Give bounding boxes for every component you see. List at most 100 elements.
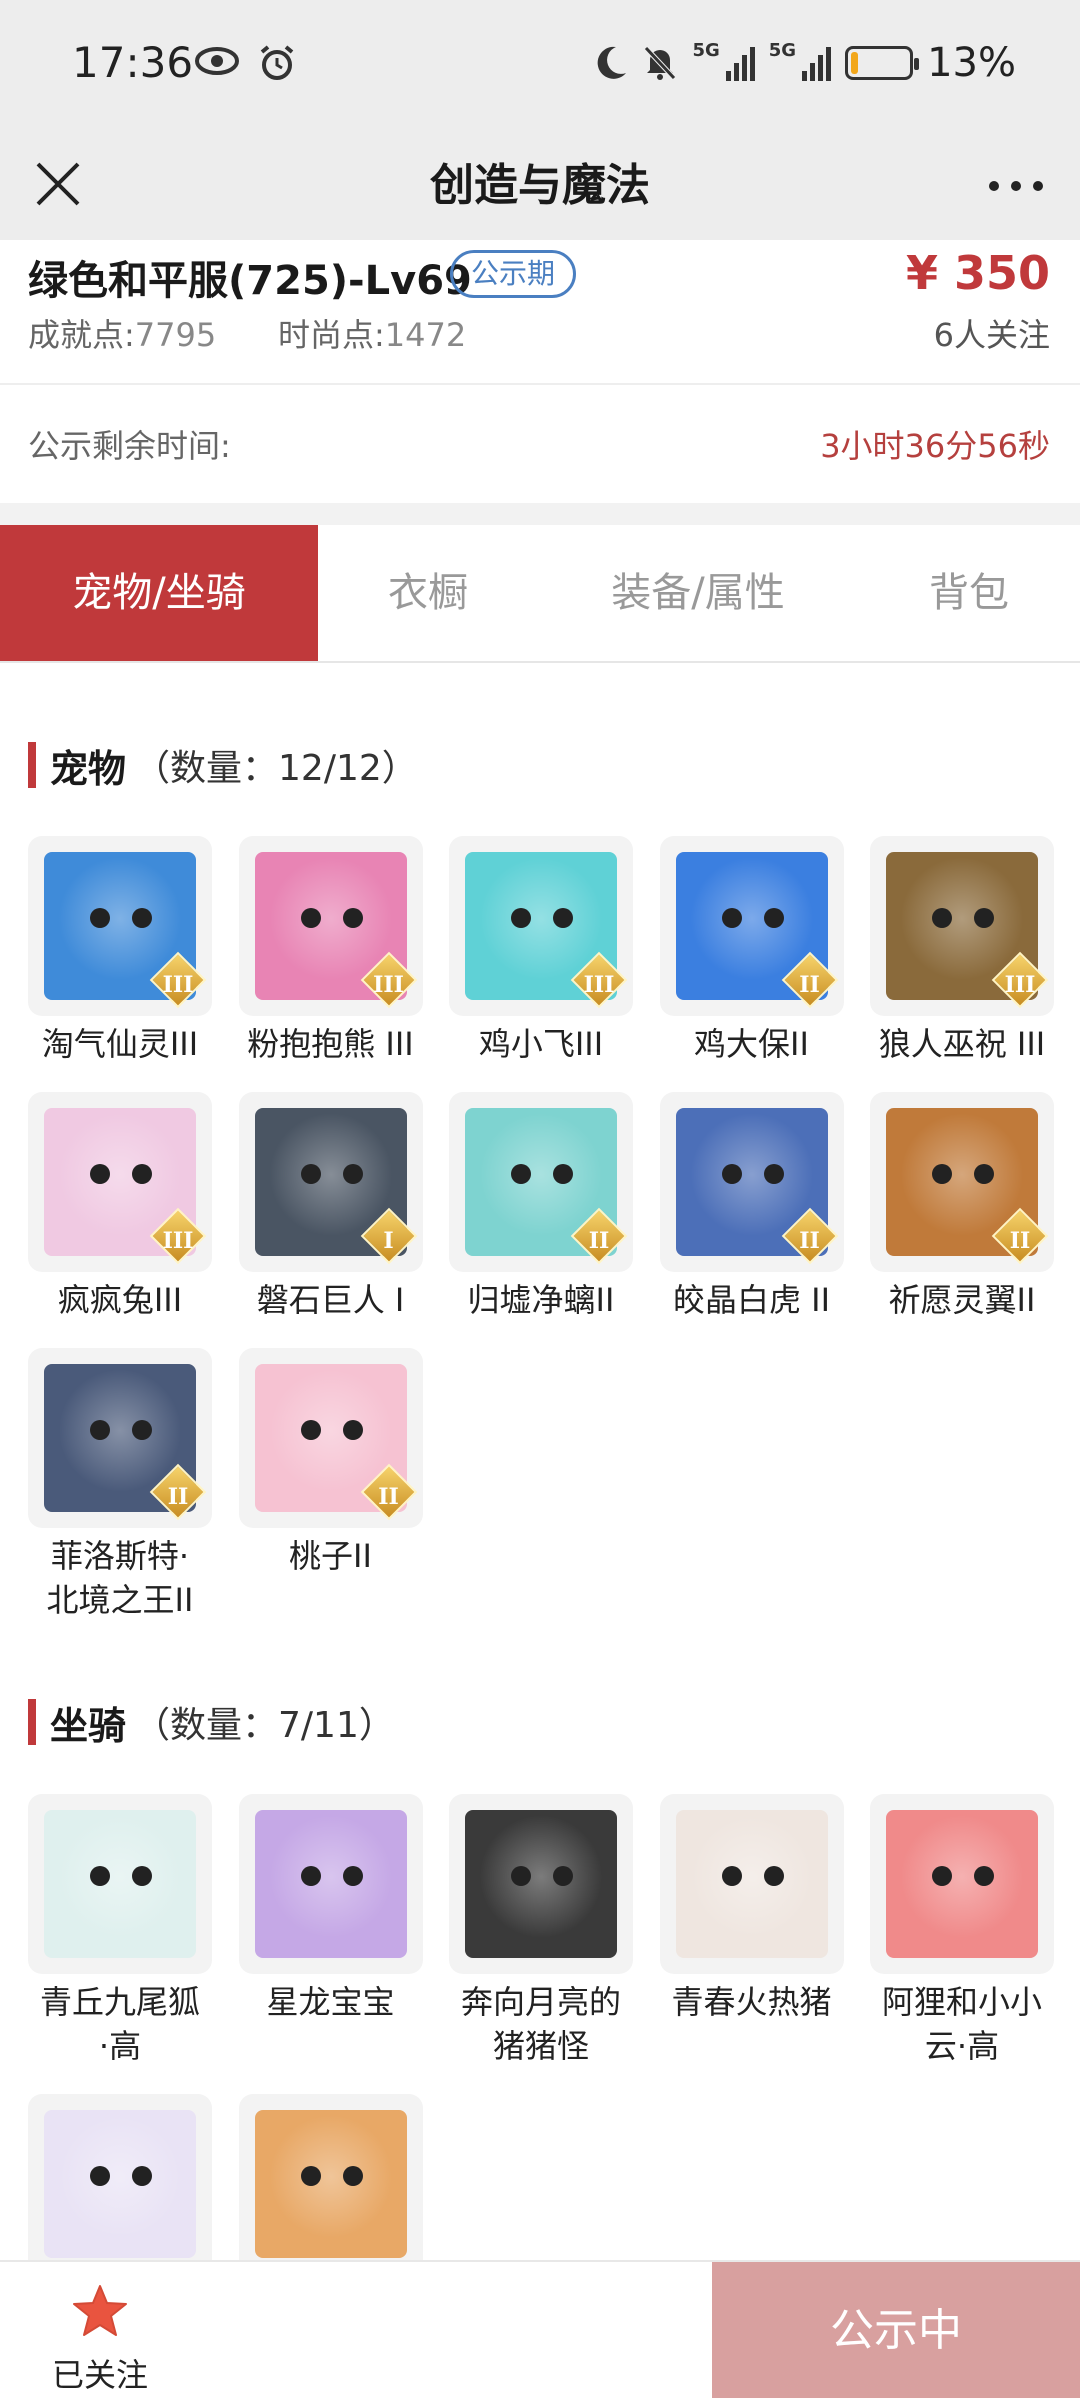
item-thumbnail: II <box>238 1348 423 1528</box>
item-artwork <box>886 1810 1038 1958</box>
pet-card[interactable]: III 鸡小飞III <box>449 836 633 1066</box>
mount-card[interactable] <box>238 2094 423 2280</box>
status-left-icons <box>194 44 296 82</box>
tab-wardrobe[interactable]: 衣橱 <box>318 525 538 661</box>
network-type-2: 5G <box>768 40 797 61</box>
publicity-status-button[interactable]: 公示中 <box>712 2262 1080 2398</box>
item-thumbnail <box>870 1794 1054 1974</box>
eye-mark <box>342 908 363 928</box>
pet-card[interactable]: II 桃子II <box>238 1348 423 1578</box>
item-name-line-1: 奔向月亮的 <box>460 1983 621 2021</box>
pet-card[interactable]: II 皎晶白虎 II <box>659 1092 844 1322</box>
item-name: 祈愿灵翼II <box>888 1281 1036 1319</box>
eye-mark <box>932 1866 952 1886</box>
eye-mark <box>300 1420 321 1440</box>
bottom-bar: 已关注 公示中 <box>0 2260 1080 2398</box>
item-name: 磐石巨人 I <box>256 1281 405 1319</box>
eye-mark <box>974 1164 994 1184</box>
eye-mark <box>553 908 573 928</box>
more-icon[interactable] <box>980 156 1052 216</box>
item-thumbnail: III <box>238 836 423 1016</box>
mount-card[interactable] <box>28 2094 212 2280</box>
nav-bar: 创造与魔法 <box>0 132 1080 240</box>
mount-card[interactable]: 青春火热猪 <box>659 1794 844 2024</box>
eye-mark <box>300 1866 321 1886</box>
pet-card[interactable]: III 狼人巫祝 III <box>870 836 1054 1066</box>
pet-card[interactable]: II 鸡大保II <box>659 836 844 1066</box>
eye-mark <box>90 1866 110 1886</box>
fashion-value: 1472 <box>384 316 467 354</box>
item-name: 奔向月亮的 猪猪怪 <box>449 1980 633 2068</box>
rank-label: II <box>799 1228 820 1254</box>
item-name-line-2: 猪猪怪 <box>492 2027 589 2065</box>
item-name-line-2: ·高 <box>98 2027 142 2065</box>
signal-icon-1 <box>725 45 755 81</box>
pet-card[interactable]: III 疯疯兔III <box>28 1092 212 1322</box>
item-name: 桃子II <box>289 1537 372 1575</box>
rank-label: III <box>583 972 615 998</box>
mount-card[interactable]: 阿狸和小小云·高 <box>870 1794 1054 2068</box>
item-thumbnail <box>449 1794 633 1974</box>
item-name: 狼人巫祝 III <box>878 1025 1046 1063</box>
item-name: 归墟净螭II <box>467 1281 615 1319</box>
item-name: 粉抱抱熊 III <box>247 1025 414 1063</box>
item-thumbnail: II <box>28 1348 212 1528</box>
item-name: 阿狸和小小云·高 <box>870 1980 1054 2068</box>
tab-equipment[interactable]: 装备/属性 <box>538 525 858 661</box>
item-name-line-1: 青丘九尾狐 <box>39 1983 200 2021</box>
item-thumbnail: III <box>449 836 633 1016</box>
mount-card[interactable]: 奔向月亮的 猪猪怪 <box>449 1794 633 2068</box>
status-bar: 17:36 5G 5G 13% <box>0 0 1080 132</box>
achievement-label: 成就点: <box>28 316 135 354</box>
pet-card[interactable]: I 磐石巨人 I <box>238 1092 423 1322</box>
item-thumbnail: II <box>659 836 844 1016</box>
eye-mark <box>932 908 952 928</box>
mount-card[interactable]: 星龙宝宝 <box>238 1794 423 2024</box>
eye-mark <box>342 1420 363 1440</box>
eye-mark <box>132 2166 152 2186</box>
battery-percent: 13% <box>927 40 1016 86</box>
eye-mark <box>763 1866 784 1886</box>
pet-card[interactable]: II 归墟净螭II <box>449 1092 633 1322</box>
tab-pets-mounts[interactable]: 宠物/坐骑 <box>0 525 318 661</box>
item-artwork <box>465 1810 617 1958</box>
item-thumbnail: II <box>449 1092 633 1272</box>
pet-card[interactable]: III 粉抱抱熊 III <box>238 836 423 1066</box>
section-marker <box>28 742 36 788</box>
mounts-title: 坐骑 <box>50 1703 127 1748</box>
eye-mark <box>721 1866 742 1886</box>
rank-label: II <box>378 1484 399 1510</box>
item-artwork <box>254 2110 407 2258</box>
pet-card[interactable]: III 淘气仙灵III <box>28 836 212 1066</box>
remaining-time-row: 公示剩余时间: 3小时36分56秒 <box>0 385 1080 503</box>
rank-label: II <box>588 1228 610 1254</box>
rank-label: III <box>162 972 194 998</box>
rank-label: I <box>383 1228 394 1254</box>
eye-mark <box>132 908 152 928</box>
eye-mark <box>511 1866 531 1886</box>
tab-backpack[interactable]: 背包 <box>858 525 1080 661</box>
item-name-line-2: 云·高 <box>924 2027 1000 2065</box>
mounts-count: （数量：7/11） <box>134 1705 395 1746</box>
eye-mark <box>132 1164 152 1184</box>
rank-label: III <box>162 1228 194 1254</box>
item-name: 青丘九尾狐 ·高 <box>28 1980 212 2068</box>
item-thumbnail <box>659 1794 844 1974</box>
eye-icon <box>195 47 239 75</box>
mount-card[interactable]: 青丘九尾狐 ·高 <box>28 1794 212 2068</box>
eye-mark <box>553 1164 573 1184</box>
pet-card[interactable]: II 祈愿灵翼II <box>870 1092 1054 1322</box>
pets-section-title: 宠物 （数量：12/12） <box>28 740 418 791</box>
item-name-line-1: 阿狸和小小 <box>881 1983 1042 2021</box>
follow-button[interactable]: 已关注 <box>0 2262 200 2398</box>
eye-mark <box>511 908 531 928</box>
remaining-time-value: 3小时36分56秒 <box>820 427 1050 465</box>
battery-level <box>851 52 859 74</box>
pet-card[interactable]: II 菲洛斯特· 北境之王II <box>28 1348 212 1622</box>
eye-mark <box>342 2166 363 2186</box>
mute-bell-icon <box>644 46 677 80</box>
tab-bar: 宠物/坐骑 衣橱 装备/属性 背包 <box>0 525 1080 663</box>
section-marker <box>28 1699 36 1745</box>
item-thumbnail: II <box>659 1092 844 1272</box>
rank-label: II <box>799 972 820 998</box>
